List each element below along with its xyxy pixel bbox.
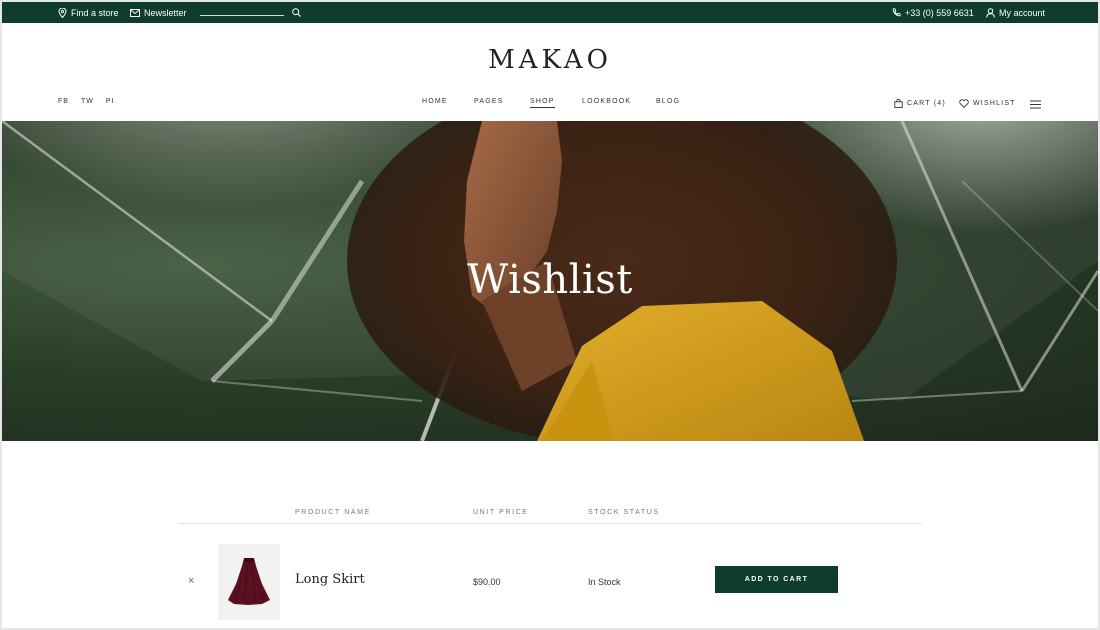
shopping-bag-icon <box>894 98 903 108</box>
hamburger-menu-icon <box>1030 100 1041 108</box>
header-unit-price: UNIT PRICE <box>473 509 529 516</box>
phone-icon <box>892 8 901 17</box>
product-thumbnail[interactable] <box>218 544 280 620</box>
hero-banner: Wishlist <box>2 121 1098 441</box>
my-account-label: My account <box>999 7 1046 18</box>
remove-item-button[interactable]: × <box>188 575 194 587</box>
stock-status: In Stock <box>588 577 621 587</box>
cart-label: CART (4) <box>907 99 946 107</box>
user-icon <box>986 7 995 18</box>
top-bar: Find a store Newsletter +33 (0) 559 6631… <box>2 2 1098 23</box>
header-product-name: PRODUCT NAME <box>295 509 371 516</box>
heart-icon <box>959 98 969 108</box>
nav-item-blog[interactable]: BLOG <box>656 98 680 105</box>
mail-icon <box>130 8 140 17</box>
menu-button[interactable] <box>1030 98 1041 110</box>
phone-link[interactable]: +33 (0) 559 6631 <box>892 2 974 23</box>
product-name[interactable]: Long Skirt <box>295 572 365 587</box>
location-pin-icon <box>58 7 67 18</box>
wishlist-label: WISHLIST <box>973 99 1016 107</box>
nav-item-shop[interactable]: SHOP <box>530 98 555 108</box>
nav-item-lookbook[interactable]: LOOKBOOK <box>582 98 631 105</box>
find-store-label: Find a store <box>71 7 119 18</box>
search-icon <box>292 8 301 17</box>
newsletter-link[interactable]: Newsletter <box>130 2 187 23</box>
long-skirt-image <box>228 558 270 605</box>
unit-price: $90.00 <box>473 577 501 587</box>
newsletter-input[interactable] <box>200 15 284 16</box>
my-account-link[interactable]: My account <box>986 2 1045 23</box>
table-divider <box>178 523 922 524</box>
site-logo[interactable]: MAKAO <box>2 45 1098 75</box>
hero-title: Wishlist <box>467 257 633 303</box>
add-to-cart-button[interactable]: ADD TO CART <box>715 566 838 593</box>
newsletter-label: Newsletter <box>144 7 187 18</box>
wishlist-link[interactable]: WISHLIST <box>959 97 1016 109</box>
cart-link[interactable]: CART (4) <box>894 97 946 109</box>
phone-number: +33 (0) 559 6631 <box>905 7 974 18</box>
page: Find a store Newsletter +33 (0) 559 6631… <box>2 2 1098 628</box>
newsletter-submit[interactable] <box>292 2 301 23</box>
nav-item-pages[interactable]: PAGES <box>474 98 504 105</box>
find-store-link[interactable]: Find a store <box>58 2 119 23</box>
header-stock-status: STOCK STATUS <box>588 509 660 516</box>
nav-item-home[interactable]: HOME <box>422 98 448 105</box>
